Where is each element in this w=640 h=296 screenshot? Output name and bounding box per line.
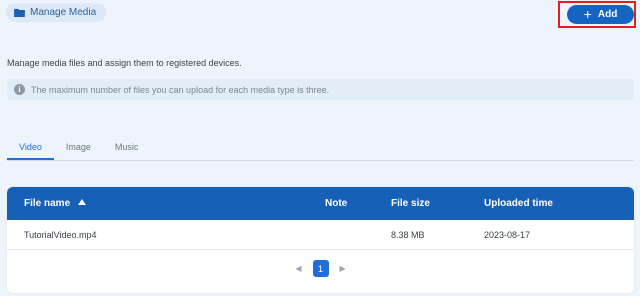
sort-ascending-icon [77,199,86,205]
cell-file-name: TutorialVideo.mp4 [24,230,97,240]
tab-video[interactable]: Video [7,138,54,160]
cell-uploaded-time: 2023-08-17 [484,230,531,240]
pagination: ◀ 1 ▶ [7,260,634,277]
media-table: File name Note File size Uploaded time T… [7,187,634,293]
page-description: Manage media files and assign them to re… [7,58,242,68]
page-number-current[interactable]: 1 [312,260,329,277]
tab-music[interactable]: Music [103,138,151,160]
column-header-file-name[interactable]: File name [24,198,86,209]
info-text: The maximum number of files you can uplo… [31,84,330,95]
add-button-label: Add [597,9,618,20]
media-type-tabs: Video Image Music [7,138,634,161]
previous-page-icon[interactable]: ◀ [295,264,301,273]
plus-icon: + [583,6,592,22]
breadcrumb-label: Manage Media [30,7,97,18]
breadcrumb[interactable]: Manage Media [6,3,107,22]
add-button[interactable]: + Add [567,5,634,24]
table-header: File name Note File size Uploaded time [7,187,634,220]
tab-image[interactable]: Image [54,138,103,160]
column-header-uploaded-time[interactable]: Uploaded time [484,198,553,209]
column-header-file-name-label: File name [24,198,71,209]
manage-media-page: Manage Media + Add Manage media files an… [0,0,640,296]
folder-icon [14,8,25,17]
table-row[interactable]: TutorialVideo.mp4 8.38 MB 2023-08-17 [7,220,634,250]
info-banner: i The maximum number of files you can up… [7,79,634,100]
column-header-note[interactable]: Note [325,198,347,209]
info-icon: i [14,84,25,95]
next-page-icon[interactable]: ▶ [340,264,346,273]
column-header-file-size[interactable]: File size [391,198,430,209]
cell-file-size: 8.38 MB [391,230,425,240]
